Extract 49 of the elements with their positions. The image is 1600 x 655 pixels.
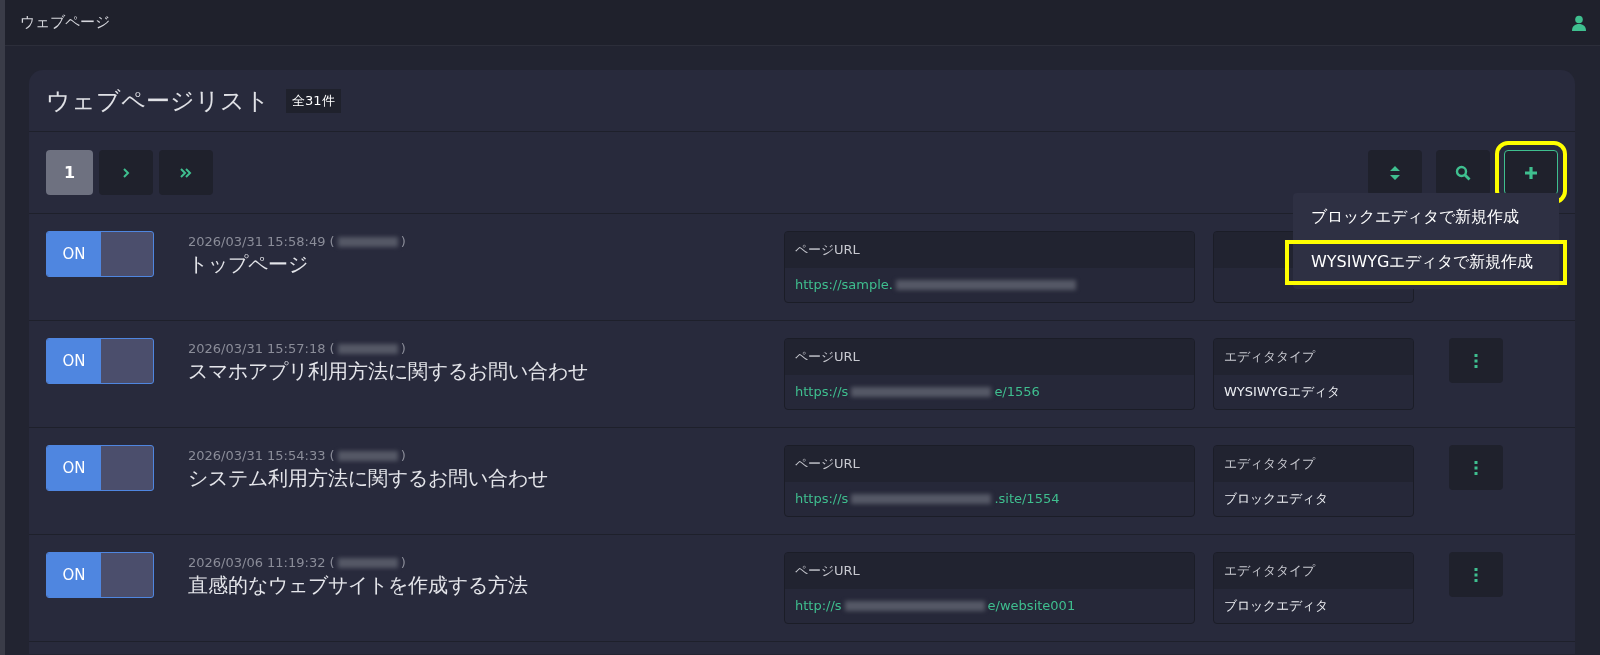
page-url[interactable]: .site/1554	[994, 491, 1060, 507]
page-title-text[interactable]: スマホアプリ利用方法に関するお問い合わせ	[188, 358, 784, 385]
page-url[interactable]: e/1556	[994, 384, 1040, 400]
on-off-toggle[interactable]: ON	[46, 338, 154, 384]
updated-date: 2026/03/31 15:57:18 (	[188, 341, 335, 356]
closing-paren: )	[400, 448, 406, 463]
redacted-name	[337, 343, 398, 354]
page-url[interactable]: https://sample.	[795, 277, 893, 293]
page-url[interactable]: e/website001	[987, 598, 1076, 614]
url-label: ページURL	[785, 232, 1194, 268]
page-title-text[interactable]: 直感的なウェブサイトを作成する方法	[188, 572, 784, 599]
search-icon	[1455, 164, 1471, 181]
editor-type-value: ブロックエディタ	[1223, 596, 1329, 615]
total-count: 全31件	[286, 88, 341, 113]
on-off-toggle[interactable]: ON	[46, 445, 154, 491]
url-label: ページURL	[785, 339, 1194, 375]
updated-date: 2026/03/31 15:58:49 (	[188, 234, 335, 249]
panel-title: ウェブページリスト	[46, 85, 270, 117]
menu-item[interactable]: ブロックエディタで新規作成	[1293, 199, 1559, 236]
plus-icon	[1523, 164, 1539, 181]
editor-type-value: ブロックエディタ	[1223, 489, 1329, 508]
page-button[interactable]: 1	[46, 150, 93, 195]
closing-paren: )	[400, 234, 406, 249]
updated-date: 2026/03/31 15:54:33 (	[188, 448, 335, 463]
updated-date: 2026/03/06 11:19:32 (	[188, 555, 335, 570]
page-title-text[interactable]: システム利用方法に関するお問い合わせ	[188, 465, 784, 492]
page-url[interactable]: http://s	[795, 598, 842, 614]
last-page-button[interactable]	[159, 150, 213, 195]
editor-type-value: WYSIWYGエディタ	[1223, 382, 1341, 401]
on-off-toggle[interactable]: ON	[46, 552, 154, 598]
search-button[interactable]	[1436, 150, 1490, 195]
page-title-text[interactable]: トップページ	[188, 251, 784, 278]
page-url[interactable]: https://s	[795, 491, 849, 507]
page-title: ウェブページ	[20, 13, 110, 32]
menu-item[interactable]: WYSIWYGエディタで新規作成	[1287, 242, 1565, 283]
redacted-name	[337, 557, 398, 568]
redacted-name	[337, 236, 398, 247]
editor-type-label: エディタタイプ	[1214, 446, 1413, 482]
user-icon[interactable]	[1572, 14, 1586, 31]
editor-type-label: エディタタイプ	[1214, 553, 1413, 589]
editor-type-label: エディタタイプ	[1214, 339, 1413, 375]
page-url[interactable]: https://s	[795, 384, 849, 400]
redacted-name	[337, 450, 398, 461]
url-label: ページURL	[785, 446, 1194, 482]
closing-paren: )	[400, 341, 406, 356]
url-label: ページURL	[785, 553, 1194, 589]
on-off-toggle[interactable]: ON	[46, 231, 154, 277]
sort-button[interactable]	[1368, 150, 1422, 195]
closing-paren: )	[400, 555, 406, 570]
